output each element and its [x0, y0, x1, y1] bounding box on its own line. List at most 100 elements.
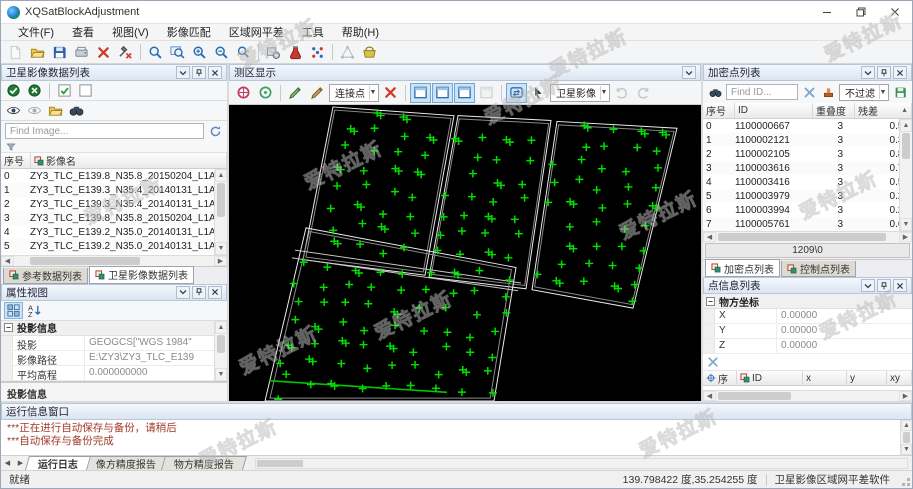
coords-group[interactable]: − 物方坐标: [703, 294, 912, 309]
tiepoint-row[interactable]: 0110000066730.57: [703, 119, 912, 133]
property-group[interactable]: − 投影信息: [1, 321, 227, 336]
column-header-id[interactable]: ID: [737, 371, 803, 385]
image-list-vscrollbar[interactable]: ▲ ▼: [214, 169, 227, 255]
image-row[interactable]: 3ZY3_TLC_E139.8_N35.8_20150204_L1A00: [1, 211, 227, 225]
clear-filter-icon[interactable]: [801, 84, 817, 100]
tiepoint-dropdown[interactable]: 连接点▼: [329, 84, 379, 102]
image-row[interactable]: 1ZY3_TLC_E139.3_N35.4_20140131_L1A00: [1, 183, 227, 197]
center-red-icon[interactable]: [233, 83, 254, 103]
image-row[interactable]: 0ZY3_TLC_E139.8_N35.8_20150204_L1A00: [1, 169, 227, 183]
panel-close-icon[interactable]: [208, 66, 222, 79]
tiepoint-row[interactable]: 1110000212130.31: [703, 133, 912, 147]
tab-image-accuracy-report[interactable]: 像方精度报告: [83, 456, 169, 470]
column-header-seq[interactable]: 序: [703, 371, 737, 385]
redo-icon[interactable]: [633, 83, 654, 103]
open-folder-icon[interactable]: [27, 42, 48, 62]
view-1-icon[interactable]: [410, 83, 431, 103]
panel-menu-icon[interactable]: [176, 66, 190, 79]
panel-menu-icon[interactable]: [861, 279, 875, 292]
filter-dropdown[interactable]: 不过滤▼: [839, 84, 889, 101]
tiepoint-row[interactable]: 7110000576130.61: [703, 217, 912, 231]
log-body[interactable]: ***正在进行自动保存与备份，请稍后 ***自动保存与备份完成 ▲ ▼: [1, 420, 912, 455]
uncheck-all-icon[interactable]: [76, 82, 95, 99]
log-vscrollbar[interactable]: ▲ ▼: [900, 420, 912, 455]
zoom-window-icon[interactable]: [145, 42, 166, 62]
column-header-name[interactable]: 影像名: [31, 153, 227, 168]
tiepoint-row[interactable]: 3110000361630.77: [703, 161, 912, 175]
property-row[interactable]: 投影GEOGCS["WGS 1984": [1, 336, 227, 351]
tab-control-list[interactable]: 控制点列表: [781, 261, 856, 277]
image-layer-dropdown[interactable]: 卫星影像▼: [550, 84, 610, 102]
find-image-icon[interactable]: [67, 102, 86, 119]
image-row[interactable]: 6ZY3_TLC_E139.2_N35.0_20140131_L1A00: [1, 253, 227, 255]
view-2-icon[interactable]: [432, 83, 453, 103]
menu-item[interactable]: 影像匹配: [158, 24, 220, 40]
refresh-icon[interactable]: [207, 123, 223, 139]
match-settings-icon[interactable]: [263, 42, 284, 62]
coord-row-y[interactable]: Y0.00000: [703, 324, 912, 339]
unload-images-icon[interactable]: [25, 82, 44, 99]
check-all-icon[interactable]: [55, 82, 74, 99]
maximize-button[interactable]: [844, 1, 878, 23]
properties-vscrollbar[interactable]: ▲ ▼: [214, 321, 227, 381]
coord-row-z[interactable]: Z0.00000: [703, 339, 912, 354]
panel-pin-icon[interactable]: [877, 66, 891, 79]
panel-menu-icon[interactable]: [861, 66, 875, 79]
tiepoint-extract-icon[interactable]: [307, 42, 328, 62]
tab-reference-list[interactable]: 参考数据列表: [3, 268, 88, 284]
tab-object-accuracy-report[interactable]: 物方精度报告: [161, 456, 247, 470]
column-header-overlap[interactable]: 重叠度: [813, 103, 855, 118]
save-points-icon[interactable]: [892, 84, 908, 100]
sort-az-icon[interactable]: [25, 302, 44, 319]
zoom-in-icon[interactable]: [189, 42, 210, 62]
panel-menu-icon[interactable]: [682, 66, 696, 79]
column-header-xy[interactable]: xy: [887, 371, 912, 385]
load-images-icon[interactable]: [4, 82, 23, 99]
panel-pin-icon[interactable]: [192, 286, 206, 299]
view-3-icon[interactable]: [454, 83, 475, 103]
image-row[interactable]: 5ZY3_TLC_E139.2_N35.0_20140131_L1A00: [1, 239, 227, 253]
panel-close-icon[interactable]: [208, 286, 222, 299]
log-hscrollbar[interactable]: [255, 458, 908, 469]
show-image-icon[interactable]: [4, 102, 23, 119]
find-id-icon[interactable]: [707, 84, 723, 100]
tab-satellite-list[interactable]: 卫星影像数据列表: [89, 266, 194, 284]
image-list-hscrollbar[interactable]: ◀ ▶: [1, 255, 227, 266]
add-point-icon[interactable]: [307, 83, 328, 103]
edit-point-icon[interactable]: [285, 83, 306, 103]
tiepoint-row[interactable]: 5110000397930.28: [703, 189, 912, 203]
save-icon[interactable]: [49, 42, 70, 62]
column-header-id[interactable]: ID: [735, 103, 813, 118]
panel-close-icon[interactable]: [893, 279, 907, 292]
image-search-input[interactable]: [5, 123, 204, 139]
minimize-button[interactable]: [810, 1, 844, 23]
image-row[interactable]: 2ZY3_TLC_E139.3_N35.4_20140131_L1A00: [1, 197, 227, 211]
column-header-residual[interactable]: 残差▲: [855, 103, 912, 118]
panel-menu-icon[interactable]: [176, 286, 190, 299]
menu-item[interactable]: 文件(F): [9, 24, 63, 40]
collapse-icon[interactable]: −: [706, 297, 715, 306]
remove-tool-icon[interactable]: [115, 42, 136, 62]
zoom-out-icon[interactable]: [211, 42, 232, 62]
categorized-view-icon[interactable]: [4, 302, 23, 319]
undo-icon[interactable]: [611, 83, 632, 103]
close-button[interactable]: [878, 1, 912, 23]
property-row[interactable]: 影像路径E:\ZY3\ZY3_TLC_E139: [1, 351, 227, 366]
remove-observation-icon[interactable]: [707, 356, 719, 368]
tab-scroll-left-icon[interactable]: ◀: [1, 457, 14, 470]
delete-point-icon[interactable]: [380, 83, 401, 103]
column-header-x[interactable]: x: [803, 371, 847, 385]
new-file-icon[interactable]: [5, 42, 26, 62]
menu-item[interactable]: 查看: [63, 24, 103, 40]
triangulation-icon[interactable]: [337, 42, 358, 62]
view-4-icon[interactable]: [476, 83, 497, 103]
tiepoint-vscrollbar[interactable]: ▲ ▼: [899, 119, 912, 231]
menu-item[interactable]: 视图(V): [103, 24, 158, 40]
panel-close-icon[interactable]: [893, 66, 907, 79]
column-header-index[interactable]: 序号: [703, 103, 735, 118]
tiepoint-hscrollbar[interactable]: ◀ ▶: [703, 231, 912, 242]
map-canvas[interactable]: [229, 105, 701, 401]
import-icon[interactable]: [71, 42, 92, 62]
column-header-index[interactable]: 序号: [1, 153, 31, 168]
export-icon[interactable]: [359, 42, 380, 62]
